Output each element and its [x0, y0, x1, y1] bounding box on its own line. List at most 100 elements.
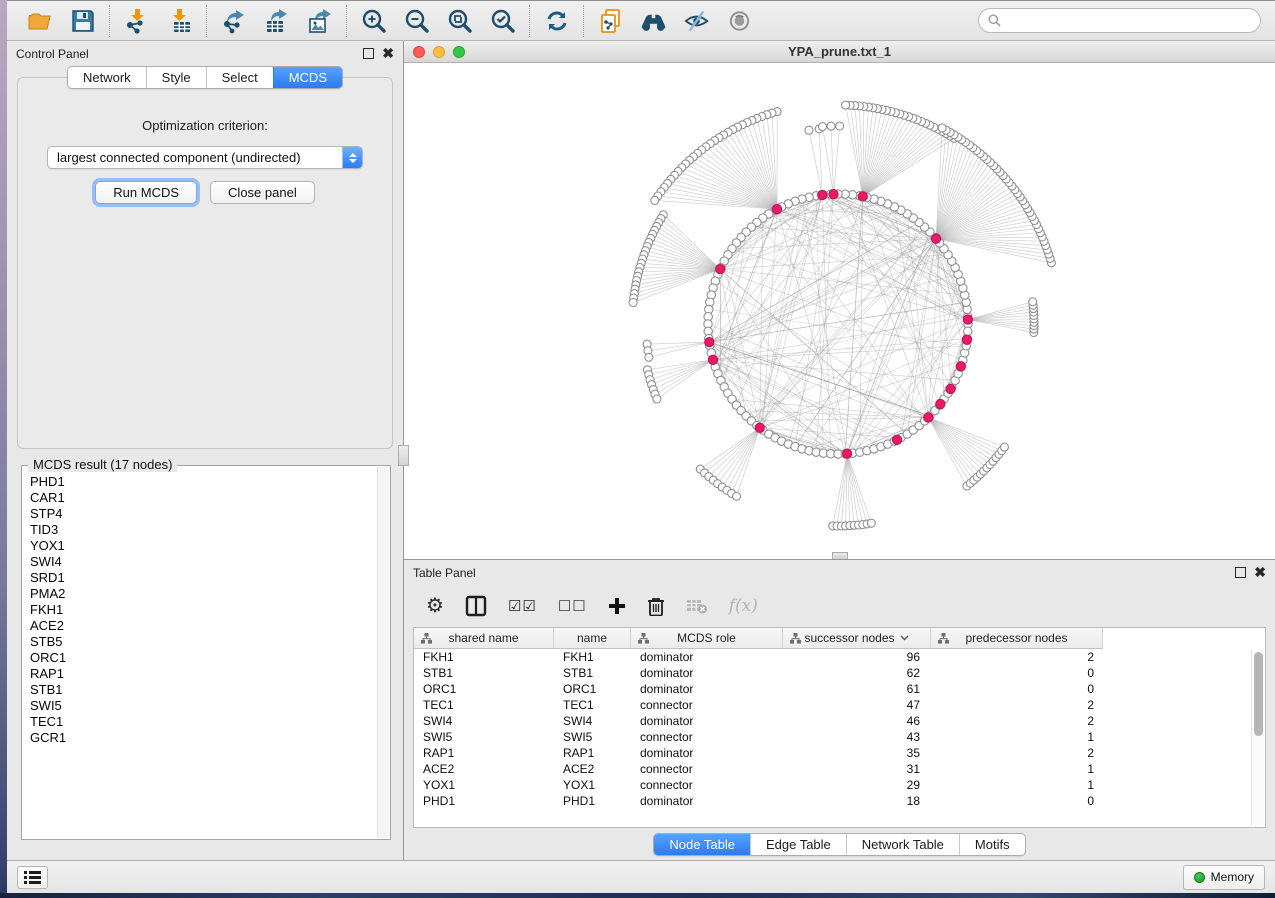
table-cell[interactable]: 1	[931, 729, 1103, 745]
tab-network[interactable]: Network	[68, 67, 146, 88]
tab-node-table[interactable]: Node Table	[654, 834, 750, 855]
mcds-highlight-node[interactable]	[829, 190, 838, 199]
memory-button[interactable]: Memory	[1183, 865, 1265, 890]
table-row[interactable]: ORC1ORC1dominator610	[414, 681, 1265, 697]
table-cell[interactable]: 62	[783, 665, 931, 681]
tab-mcds[interactable]: MCDS	[273, 67, 342, 88]
network-node[interactable]	[629, 299, 637, 307]
table-cell[interactable]: ORC1	[414, 681, 554, 697]
open-file-icon[interactable]	[26, 7, 53, 34]
table-cell[interactable]: dominator	[631, 649, 783, 665]
mcds-result-item[interactable]: SWI5	[30, 698, 376, 714]
table-cell[interactable]: SWI5	[414, 729, 554, 745]
mcds-result-item[interactable]: STP4	[30, 506, 376, 522]
mcds-result-item[interactable]: SWI4	[30, 554, 376, 570]
export-image-icon[interactable]	[306, 7, 333, 34]
close-panel-icon[interactable]: ✖	[1254, 567, 1266, 578]
tab-style[interactable]: Style	[146, 67, 206, 88]
table-cell[interactable]: 61	[783, 681, 931, 697]
run-mcds-button[interactable]: Run MCDS	[95, 181, 197, 204]
table-cell[interactable]: dominator	[631, 793, 783, 809]
table-scrollbar-thumb[interactable]	[1254, 652, 1263, 736]
tab-network-table[interactable]: Network Table	[846, 834, 959, 855]
mcds-highlight-node[interactable]	[963, 315, 972, 324]
mcds-highlight-node[interactable]	[818, 190, 827, 199]
zoom-selected-icon[interactable]	[489, 7, 516, 34]
zoom-out-icon[interactable]	[403, 7, 430, 34]
search-network-binoculars-icon[interactable]	[640, 7, 667, 34]
close-window-icon[interactable]	[413, 46, 425, 58]
table-cell[interactable]: SWI5	[554, 729, 631, 745]
clone-network-icon[interactable]	[597, 7, 624, 34]
table-cell[interactable]: PHD1	[414, 793, 554, 809]
mcds-highlight-node[interactable]	[755, 423, 764, 432]
mcds-result-item[interactable]: ORC1	[30, 650, 376, 666]
mcds-highlight-node[interactable]	[858, 192, 867, 201]
network-canvas[interactable]	[404, 63, 1275, 559]
table-cell[interactable]: 1	[931, 761, 1103, 777]
mcds-result-item[interactable]: TEC1	[30, 714, 376, 730]
table-cell[interactable]: 31	[783, 761, 931, 777]
table-cell[interactable]	[1103, 713, 1265, 729]
show-columns-icon[interactable]	[465, 595, 487, 617]
table-cell[interactable]: PHD1	[554, 793, 631, 809]
column-header-predecessor-nodes[interactable]: predecessor nodes	[931, 628, 1103, 649]
search-input[interactable]	[1006, 14, 1251, 28]
table-cell[interactable]: YOX1	[554, 777, 631, 793]
table-row[interactable]: STB1STB1dominator620	[414, 665, 1265, 681]
zoom-window-icon[interactable]	[453, 46, 465, 58]
minimize-window-icon[interactable]	[433, 46, 445, 58]
network-node[interactable]	[1029, 298, 1037, 306]
table-cell[interactable]: ACE2	[554, 761, 631, 777]
table-cell[interactable]: connector	[631, 697, 783, 713]
float-panel-icon[interactable]	[1235, 567, 1246, 578]
float-panel-icon[interactable]	[363, 48, 374, 59]
network-node[interactable]	[805, 126, 813, 134]
mcds-highlight-node[interactable]	[716, 265, 725, 274]
table-cell[interactable]	[1103, 681, 1265, 697]
mcds-result-item[interactable]: PMA2	[30, 586, 376, 602]
network-node[interactable]	[938, 124, 946, 132]
import-table-icon[interactable]	[166, 7, 193, 34]
add-column-icon[interactable]	[608, 597, 626, 615]
network-node[interactable]	[1000, 443, 1008, 451]
mcds-result-item[interactable]: FKH1	[30, 602, 376, 618]
column-settings-gear-icon[interactable]: ⚙	[426, 596, 444, 616]
table-cell[interactable]	[1103, 649, 1265, 665]
table-cell[interactable]: FKH1	[414, 649, 554, 665]
column-header-successor-nodes[interactable]: successor nodes	[783, 628, 931, 649]
table-cell[interactable]: 2	[931, 649, 1103, 665]
column-header-shared-name[interactable]: shared name	[414, 628, 554, 649]
table-row[interactable]: YOX1YOX1connector291	[414, 777, 1265, 793]
export-network-icon[interactable]	[220, 7, 247, 34]
network-node[interactable]	[964, 327, 972, 335]
tab-motifs[interactable]: Motifs	[959, 834, 1025, 855]
table-cell[interactable]: SWI4	[554, 713, 631, 729]
table-cell[interactable]	[1103, 761, 1265, 777]
mcds-result-item[interactable]: SRD1	[30, 570, 376, 586]
table-row[interactable]: TEC1TEC1connector472	[414, 697, 1265, 713]
column-header-MCDS-role[interactable]: MCDS role	[631, 628, 783, 649]
mcds-result-item[interactable]: CAR1	[30, 490, 376, 506]
table-cell[interactable]: 35	[783, 745, 931, 761]
table-cell[interactable]: ORC1	[554, 681, 631, 697]
tab-edge-table[interactable]: Edge Table	[750, 834, 846, 855]
network-node[interactable]	[827, 122, 835, 130]
network-node[interactable]	[842, 101, 850, 109]
table-cell[interactable]	[1103, 777, 1265, 793]
table-cell[interactable]: dominator	[631, 713, 783, 729]
deselect-all-rows-icon[interactable]: ☐☐	[558, 597, 587, 615]
mcds-result-item[interactable]: YOX1	[30, 538, 376, 554]
table-cell[interactable]	[1103, 697, 1265, 713]
mcds-result-item[interactable]: RAP1	[30, 666, 376, 682]
network-node[interactable]	[867, 519, 875, 527]
table-cell[interactable]: 43	[783, 729, 931, 745]
mcds-list-scrollbar[interactable]	[377, 467, 389, 838]
table-cell[interactable]: YOX1	[414, 777, 554, 793]
table-cell[interactable]: 96	[783, 649, 931, 665]
table-row[interactable]: SWI4SWI4dominator462	[414, 713, 1265, 729]
table-cell[interactable]: connector	[631, 761, 783, 777]
hide-selected-eye-icon[interactable]	[683, 7, 710, 34]
column-header-name[interactable]: name	[554, 628, 631, 649]
mcds-result-item[interactable]: STB1	[30, 682, 376, 698]
